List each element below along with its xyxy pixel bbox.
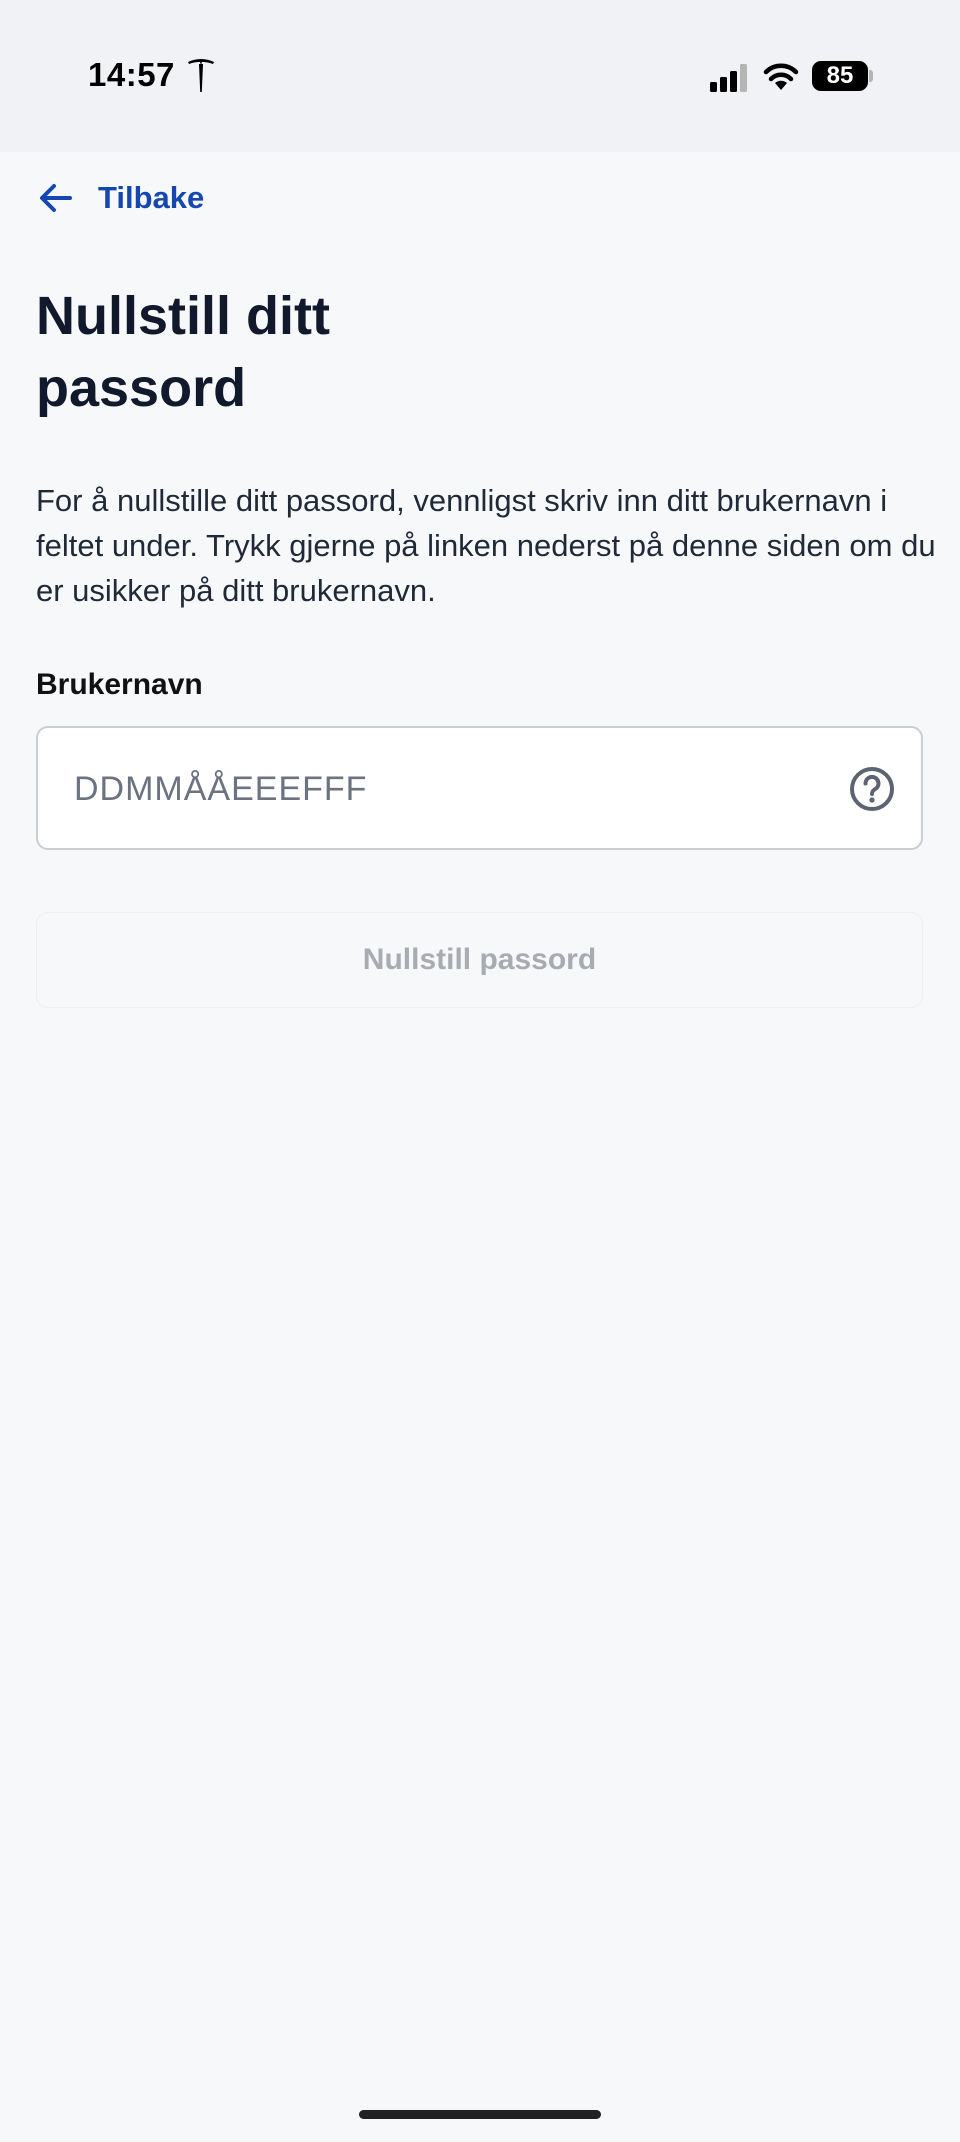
username-field	[36, 726, 923, 850]
username-label: Brukernavn	[36, 668, 203, 701]
status-bar: 14:57 85	[0, 0, 960, 152]
status-time: 14:57	[88, 56, 175, 93]
battery-tip	[869, 70, 873, 82]
back-label: Tilbake	[98, 180, 205, 215]
back-button[interactable]: Tilbake	[36, 174, 204, 222]
question-circle-icon[interactable]	[849, 766, 895, 812]
arrow-left-icon	[40, 184, 72, 212]
page-description: For å nullstille ditt passord, vennligst…	[36, 483, 936, 608]
reset-password-button[interactable]: Nullstill passord	[36, 912, 923, 1008]
wifi-icon	[763, 63, 799, 90]
cellular-signal-icon	[710, 64, 747, 92]
username-input[interactable]	[72, 728, 836, 850]
page-title: Nullstill ditt passord	[36, 286, 330, 418]
tesla-icon	[188, 59, 214, 92]
battery-icon: 85	[812, 61, 868, 91]
battery-level: 85	[826, 62, 854, 89]
home-indicator[interactable]	[359, 2110, 601, 2119]
